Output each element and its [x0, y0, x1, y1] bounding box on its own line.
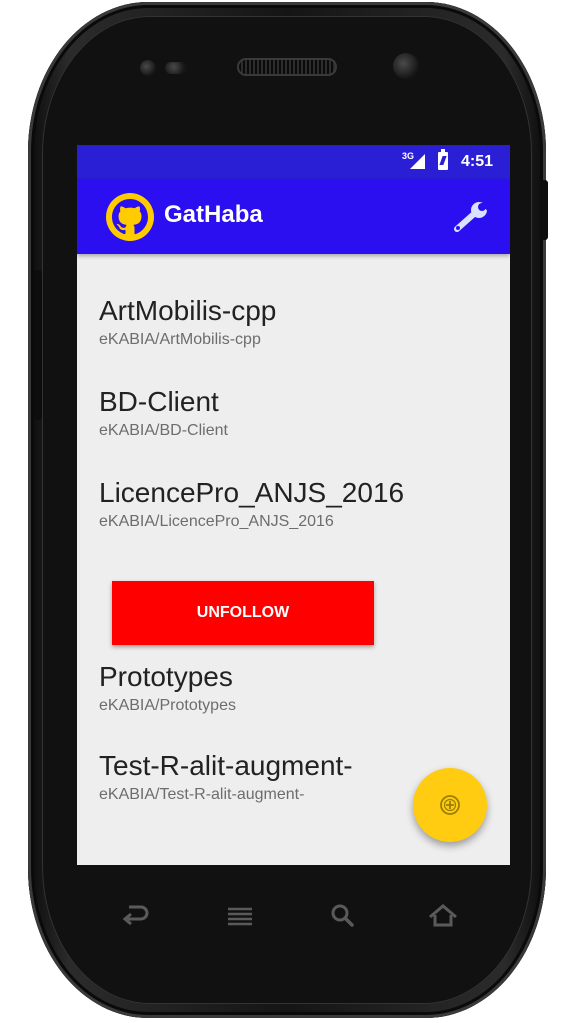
list-item[interactable]: Prototypes eKABIA/Prototypes [99, 660, 499, 716]
repo-name: BD-Client [99, 386, 219, 417]
add-circle-icon [440, 795, 460, 815]
home-icon[interactable] [421, 895, 465, 935]
system-nav-bar [95, 895, 480, 935]
app-bar: GatHaba [77, 179, 510, 254]
status-bar: 3G 4:51 [77, 145, 510, 179]
repo-path: eKABIA/LicencePro_ANJS_2016 [99, 513, 334, 530]
wrench-icon[interactable] [451, 199, 493, 235]
front-camera [393, 53, 419, 79]
repo-path: eKABIA/Prototypes [99, 697, 236, 714]
add-repo-fab[interactable] [413, 768, 487, 842]
volume-button [34, 270, 42, 420]
screen: 3G 4:51 GatHaba ArtMobilis-cpp eKABIA/Ar… [77, 145, 510, 865]
back-icon[interactable] [113, 895, 157, 935]
list-item[interactable]: BD-Client eKABIA/BD-Client [99, 385, 499, 441]
repo-name: Prototypes [99, 661, 233, 692]
battery-icon [438, 149, 448, 170]
repo-path: eKABIA/BD-Client [99, 422, 228, 439]
unfollow-button[interactable]: UNFOLLOW [112, 581, 374, 645]
app-title: GatHaba [164, 201, 263, 228]
proximity-sensor [140, 60, 156, 76]
status-time: 4:51 [461, 153, 494, 170]
repo-name: ArtMobilis-cpp [99, 295, 277, 326]
light-sensor [165, 62, 187, 74]
menu-icon[interactable] [218, 895, 262, 935]
search-icon[interactable] [321, 895, 365, 935]
power-button [540, 180, 548, 240]
earpiece-speaker [237, 58, 337, 76]
signal-icon [410, 154, 425, 169]
repo-name: LicencePro_ANJS_2016 [99, 477, 405, 508]
list-item[interactable]: ArtMobilis-cpp eKABIA/ArtMobilis-cpp [99, 294, 499, 350]
repo-path: eKABIA/ArtMobilis-cpp [99, 331, 261, 348]
list-item[interactable]: LicencePro_ANJS_2016 eKABIA/LicencePro_A… [99, 476, 499, 532]
github-octocat-icon [106, 193, 154, 241]
